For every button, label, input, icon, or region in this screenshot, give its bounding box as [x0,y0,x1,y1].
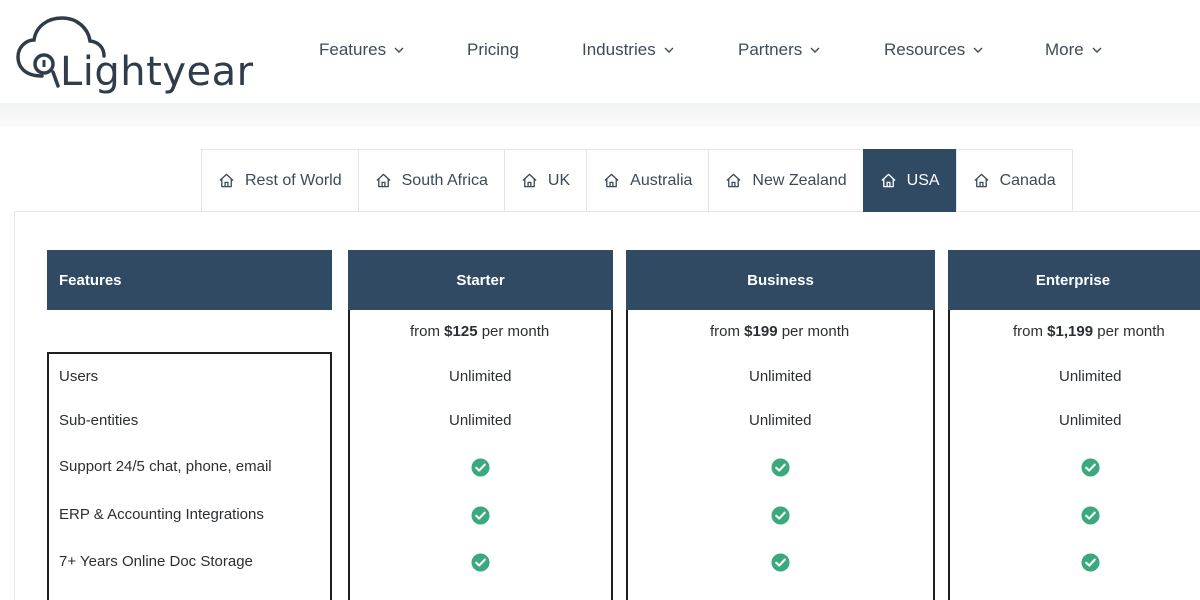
check-circle-icon [471,553,490,572]
plan-header-starter: Starter [348,250,613,310]
nav-industries[interactable]: Industries [582,40,674,60]
plan-column-enterprise [948,310,1200,600]
home-icon [522,173,537,188]
feature-label: Sub-entities [59,412,139,429]
tab-label: Rest of World [245,171,342,189]
tab-south-africa[interactable]: South Africa [357,149,504,212]
tab-label: Canada [999,171,1056,189]
price-prefix: from [1013,323,1048,340]
tab-rest-of-world[interactable]: Rest of World [201,149,358,212]
feature-label: ERP & Accounting Integrations [59,506,264,523]
plan-name: Enterprise [1035,271,1111,289]
price-prefix: from [710,323,745,340]
nav-label: Pricing [467,40,519,59]
region-tabs: Rest of World South Africa UK Australia … [201,149,1073,212]
plan-value: Unlimited [1059,412,1122,429]
chevron-down-icon [664,47,674,53]
feature-label: Users [59,368,99,385]
home-icon [881,173,896,188]
check-circle-icon [771,506,790,525]
plan-header-enterprise: Enterprise [948,250,1200,310]
home-icon [219,173,234,188]
brand-logo[interactable]: Lightyear [14,14,254,92]
check-circle-icon [1081,553,1100,572]
check-circle-icon [471,458,490,477]
check-circle-icon [771,458,790,477]
plan-price-starter: from $125 per month [410,323,549,340]
nav-partners[interactable]: Partners [738,40,820,60]
nav-label: Partners [738,40,803,59]
nav-label: Resources [884,40,966,59]
plan-price-enterprise: from $1,199 per month [1013,323,1165,340]
price-amount: $1,199 [1047,323,1094,340]
tab-label: South Africa [401,171,488,189]
tab-new-zealand[interactable]: New Zealand [708,149,863,212]
chevron-down-icon [394,47,404,53]
tab-usa[interactable]: USA [862,149,956,212]
tab-label: Australia [630,171,693,189]
tab-label: New Zealand [752,171,847,189]
nav-label: More [1045,40,1084,59]
nav-features[interactable]: Features [319,40,404,60]
price-amount: $199 [744,323,778,340]
header-divider [0,103,1200,127]
nav-label: Features [319,40,387,59]
plan-value: Unlimited [449,412,512,429]
tab-canada[interactable]: Canada [955,149,1073,212]
home-icon [376,173,391,188]
tab-label: UK [547,171,571,189]
price-suffix: per month [1093,323,1165,340]
site-header: Lightyear Features Pricing Industries Pa… [0,0,1200,103]
features-header-label: Features [59,271,122,289]
home-icon [974,173,989,188]
plan-value: Unlimited [1059,368,1122,385]
price-suffix: per month [477,323,550,340]
plan-value: Unlimited [749,412,812,429]
check-circle-icon [771,553,790,572]
chevron-down-icon [1092,47,1102,53]
chevron-down-icon [810,47,820,53]
plan-name: Business [747,271,814,289]
check-circle-icon [1081,506,1100,525]
price-prefix: from [410,323,445,340]
nav-label: Industries [582,40,656,59]
price-amount: $125 [444,323,478,340]
check-circle-icon [471,506,490,525]
features-column-header: Features [47,250,332,310]
chevron-down-icon [973,47,983,53]
home-icon [604,173,619,188]
plan-value: Unlimited [749,368,812,385]
plan-value: Unlimited [449,368,512,385]
plan-price-business: from $199 per month [710,323,849,340]
nav-resources[interactable]: Resources [884,40,983,60]
tab-uk[interactable]: UK [503,149,587,212]
nav-more[interactable]: More [1045,40,1102,60]
brand-name: Lightyear [60,49,254,95]
feature-label: 7+ Years Online Doc Storage [59,553,253,570]
check-circle-icon [1081,458,1100,477]
price-suffix: per month [777,323,850,340]
plan-name: Starter [456,271,505,289]
home-icon [726,173,741,188]
feature-label: Support 24/5 chat, phone, email [59,458,272,475]
tab-label: USA [906,171,940,189]
nav-pricing[interactable]: Pricing [467,40,519,60]
tab-australia[interactable]: Australia [586,149,709,212]
plan-header-business: Business [626,250,935,310]
